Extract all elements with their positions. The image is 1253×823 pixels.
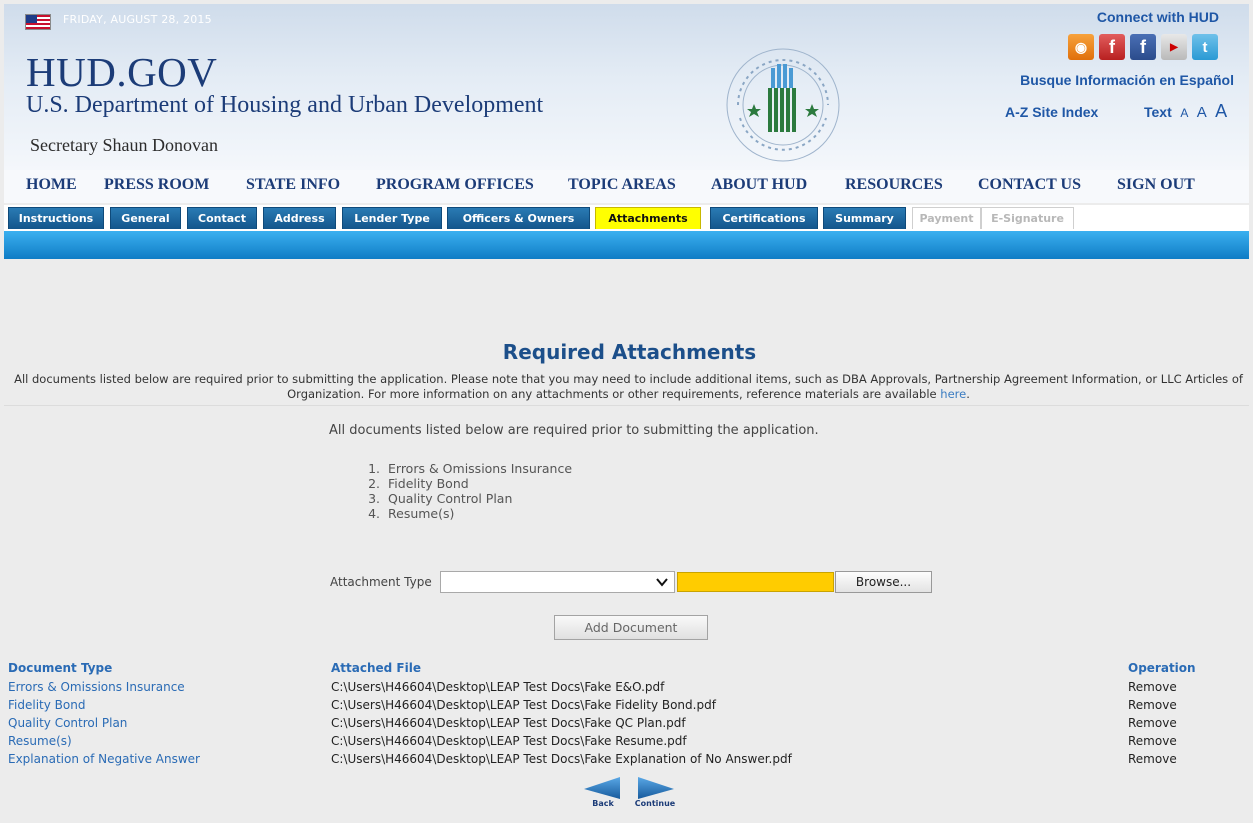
back-label: Back [592,799,614,808]
site-header: FRIDAY, AUGUST 28, 2015 HUD.GOV U.S. Dep… [4,4,1249,170]
attachment-type-select[interactable] [440,571,675,593]
department-name: U.S. Department of Housing and Urban Dev… [26,92,544,118]
attached-file-path: C:\Users\H46604\Desktop\LEAP Test Docs\F… [331,752,792,766]
document-type-link[interactable]: Explanation of Negative Answer [8,752,200,766]
attached-file-path: C:\Users\H46604\Desktop\LEAP Test Docs\F… [331,734,687,748]
column-header-operation: Operation [1128,661,1196,675]
column-header-document-type: Document Type [8,661,113,675]
attached-file-path: C:\Users\H46604\Desktop\LEAP Test Docs\F… [331,680,665,694]
remove-link[interactable]: Remove [1128,734,1177,748]
tab-certifications[interactable]: Certifications [710,207,818,229]
attached-file-path: C:\Users\H46604\Desktop\LEAP Test Docs\F… [331,698,716,712]
table-row: Resume(s) C:\Users\H46604\Desktop\LEAP T… [0,734,1253,752]
attached-file-path: C:\Users\H46604\Desktop\LEAP Test Docs\F… [331,716,686,730]
arrow-left-icon [584,777,620,799]
chevron-down-icon [656,578,668,587]
tab-summary[interactable]: Summary [823,207,906,229]
facebook-icon[interactable]: f [1130,34,1156,60]
connect-with-hud-label: Connect with HUD [1096,9,1219,25]
nav-program-offices[interactable]: PROGRAM OFFICES [376,176,534,194]
site-title[interactable]: HUD.GOV [26,48,217,96]
document-type-link[interactable]: Resume(s) [8,734,72,748]
page-title: Required Attachments [502,340,757,364]
remove-link[interactable]: Remove [1128,752,1177,766]
remove-link[interactable]: Remove [1128,698,1177,712]
tab-lender-type[interactable]: Lender Type [342,207,442,229]
table-row: Explanation of Negative Answer C:\Users\… [0,752,1253,770]
nav-home[interactable]: HOME [26,176,77,194]
text-size-medium-button[interactable]: A [1197,104,1207,121]
list-item: 4. Resume(s) [368,506,455,521]
list-item: 1. Errors & Omissions Insurance [368,461,573,476]
nav-about-hud[interactable]: ABOUT HUD [711,176,807,194]
facebook-icon[interactable]: f [1099,34,1125,60]
table-row: Fidelity Bond C:\Users\H46604\Desktop\LE… [0,698,1253,716]
table-row: Errors & Omissions Insurance C:\Users\H4… [0,680,1253,698]
header-date: FRIDAY, AUGUST 28, 2015 [63,13,212,26]
intro-body: All documents listed below are required … [14,372,1243,401]
youtube-icon[interactable]: ▶ [1161,34,1187,60]
text-size-small-button[interactable]: A [1180,106,1188,120]
rss-icon[interactable]: ◉ [1068,34,1094,60]
text-size-label: Text [1144,104,1172,120]
nav-state-info[interactable]: STATE INFO [246,176,340,194]
text-size-controls: Text A A A [1144,101,1227,122]
tab-content-band [4,231,1249,259]
tab-contact[interactable]: Contact [187,207,257,229]
hud-seal-icon [726,48,840,162]
application-tabs: Instructions General Contact Address Len… [4,205,1249,231]
tab-instructions[interactable]: Instructions [8,207,104,229]
list-item: 2. Fidelity Bond [368,476,469,491]
table-row: Quality Control Plan C:\Users\H46604\Des… [0,716,1253,734]
required-docs-list: 1. Errors & Omissions Insurance 2. Fidelit… [360,461,572,521]
nav-sign-out[interactable]: SIGN OUT [1117,176,1195,194]
divider [4,405,1249,406]
intro-text: All documents listed below are required … [14,372,1243,401]
back-button[interactable]: Back [580,775,626,811]
twitter-icon[interactable]: t [1192,34,1218,60]
tab-e-signature: E-Signature [981,207,1074,229]
espanol-link[interactable]: Busque Información en Español [1020,72,1234,88]
tab-attachments[interactable]: Attachments [595,207,701,229]
nav-press-room[interactable]: PRESS ROOM [104,176,209,194]
document-type-link[interactable]: Quality Control Plan [8,716,127,730]
reference-materials-link[interactable]: here [940,387,966,401]
document-type-link[interactable]: Fidelity Bond [8,698,85,712]
list-item: 3. Quality Control Plan [368,491,513,506]
browse-button[interactable]: Browse... [835,571,932,593]
nav-topic-areas[interactable]: TOPIC AREAS [568,176,676,194]
text-size-large-button[interactable]: A [1215,101,1227,121]
attachment-type-label: Attachment Type [330,575,432,589]
remove-link[interactable]: Remove [1128,716,1177,730]
continue-button[interactable]: Continue [632,775,678,811]
secretary-name: Secretary Shaun Donovan [30,135,218,155]
arrow-right-icon [638,777,674,799]
nav-resources[interactable]: RESOURCES [845,176,943,194]
tab-payment: Payment [912,207,981,229]
main-nav: HOME PRESS ROOM STATE INFO PROGRAM OFFIC… [4,170,1249,203]
az-site-index-link[interactable]: A-Z Site Index [1005,104,1098,120]
column-header-attached-file: Attached File [331,661,421,675]
us-flag-icon [25,14,51,30]
remove-link[interactable]: Remove [1128,680,1177,694]
social-icons: ◉ f f ▶ t [1068,34,1218,60]
continue-label: Continue [634,799,676,808]
tab-general[interactable]: General [110,207,181,229]
file-path-input[interactable] [677,572,834,592]
nav-contact-us[interactable]: CONTACT US [978,176,1081,194]
document-type-link[interactable]: Errors & Omissions Insurance [8,680,185,694]
required-docs-note: All documents listed below are required … [329,423,819,438]
tab-officers-owners[interactable]: Officers & Owners [447,207,590,229]
add-document-button[interactable]: Add Document [554,615,708,640]
tab-address[interactable]: Address [263,207,336,229]
